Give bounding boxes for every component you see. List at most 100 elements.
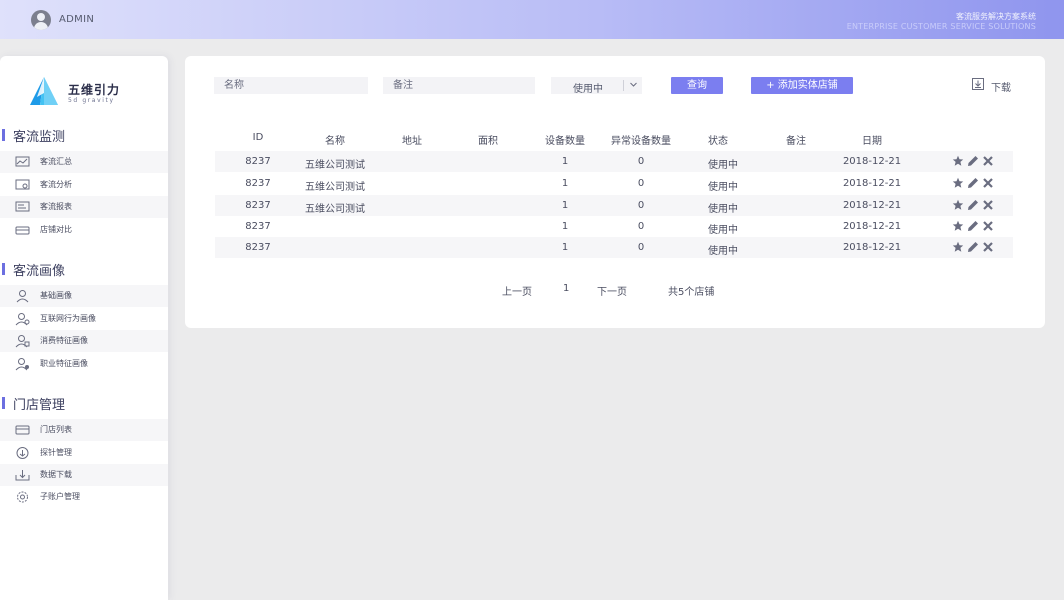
user-net-icon <box>15 313 30 326</box>
close-icon[interactable] <box>982 177 994 189</box>
cell-abnormal: 0 <box>637 221 645 232</box>
cell-id: 8237 <box>245 156 271 167</box>
table-row: 8237 1 0 使用中 2018-12-21 <box>215 216 1013 237</box>
column-header-address: 地址 <box>402 136 422 147</box>
row-actions <box>952 220 1002 233</box>
sidebar-item-traffic-analysis[interactable]: 客流分析 <box>0 174 168 196</box>
sidebar-item-job-portrait[interactable]: 职业特征画像 <box>0 353 168 375</box>
sidebar-item-basic-portrait[interactable]: 基础画像 <box>0 285 168 307</box>
brand-name: 五维引力 <box>68 83 121 97</box>
system-subtitle: ENTERPRISE CUSTOMER SERVICE SOLUTIONS <box>846 22 1036 31</box>
sidebar-item-traffic-report[interactable]: 客流报表 <box>0 196 168 218</box>
edit-icon[interactable] <box>967 155 979 167</box>
column-header-date: 日期 <box>862 136 882 147</box>
column-header-status: 状态 <box>708 136 728 147</box>
download-icon <box>972 78 984 90</box>
close-icon[interactable] <box>982 220 994 232</box>
star-icon[interactable] <box>952 177 964 189</box>
cell-date: 2018-12-21 <box>842 221 902 232</box>
download-icon <box>15 470 30 481</box>
star-icon[interactable] <box>952 220 964 232</box>
sidebar-item-probe[interactable]: 探针管理 <box>0 442 168 464</box>
edit-icon[interactable] <box>967 177 979 189</box>
cell-date: 2018-12-21 <box>842 200 902 211</box>
cell-date: 2018-12-21 <box>842 178 902 189</box>
sidebar-item-traffic-summary[interactable]: 客流汇总 <box>0 151 168 173</box>
column-header-name: 名称 <box>325 136 345 147</box>
cell-devices: 1 <box>561 156 569 167</box>
cell-date: 2018-12-21 <box>842 156 902 167</box>
close-icon[interactable] <box>982 155 994 167</box>
cell-abnormal: 0 <box>637 156 645 167</box>
cell-date: 2018-12-21 <box>842 242 902 253</box>
system-title: 客流服务解决方案系统 <box>956 12 1036 21</box>
brand-logo: 五维引力 5d gravity <box>28 75 138 107</box>
cell-devices: 1 <box>561 221 569 232</box>
sidebar-item-data-download[interactable]: 数据下载 <box>0 464 168 486</box>
user-name[interactable]: ADMIN <box>59 14 94 25</box>
cell-id: 8237 <box>245 200 271 211</box>
edit-icon[interactable] <box>967 241 979 253</box>
sidebar-item-sub-account[interactable]: 子账户管理 <box>0 486 168 508</box>
add-store-button[interactable]: + 添加实体店铺 <box>751 77 853 94</box>
monitor-search-icon <box>15 179 30 190</box>
sidebar-item-store-list[interactable]: 门店列表 <box>0 419 168 441</box>
compare-icon <box>15 226 30 235</box>
cell-name: 五维公司测试 <box>305 160 365 171</box>
report-icon <box>15 201 30 212</box>
row-actions <box>952 199 1002 212</box>
star-icon[interactable] <box>952 155 964 167</box>
store-list-icon <box>15 425 30 435</box>
column-header-id: ID <box>252 132 264 143</box>
avatar[interactable] <box>31 10 51 30</box>
sidebar-item-internet-portrait[interactable]: 互联网行为画像 <box>0 308 168 330</box>
column-header-abnormal: 异常设备数量 <box>611 136 671 147</box>
cell-abnormal: 0 <box>637 242 645 253</box>
table-header: ID 名称 地址 面积 设备数量 异常设备数量 状态 备注 日期 <box>215 132 1013 148</box>
store-list-card: 使用中 查询 + 添加实体店铺 下载 ID 名称 地址 面积 设备数量 异常设备… <box>185 56 1045 328</box>
close-icon[interactable] <box>982 199 994 211</box>
settings-icon <box>17 491 28 503</box>
star-icon[interactable] <box>952 199 964 211</box>
section-title-portrait: 客流画像 <box>0 260 65 279</box>
close-icon[interactable] <box>982 241 994 253</box>
brand-sub: 5d gravity <box>68 97 115 104</box>
cell-id: 8237 <box>245 178 271 189</box>
column-header-devices: 设备数量 <box>545 136 585 147</box>
top-header: ADMIN 客流服务解决方案系统 ENTERPRISE CUSTOMER SER… <box>0 0 1064 39</box>
cell-status: 使用中 <box>708 182 738 193</box>
cell-abnormal: 0 <box>637 200 645 211</box>
sidebar-item-store-compare[interactable]: 店铺对比 <box>0 219 168 241</box>
sidebar: 五维引力 5d gravity 客流监测 客流汇总 客流分析 客流报表 店铺对比… <box>0 56 168 600</box>
sidebar-item-consume-portrait[interactable]: 消费特征画像 <box>0 330 168 352</box>
table-row: 8237 五维公司测试 1 0 使用中 2018-12-21 <box>215 195 1013 216</box>
cell-devices: 1 <box>561 178 569 189</box>
status-select-value: 使用中 <box>573 84 603 95</box>
cell-status: 使用中 <box>708 160 738 171</box>
name-filter-input[interactable] <box>214 77 368 94</box>
cell-name: 五维公司测试 <box>305 182 365 193</box>
next-page-link[interactable]: 下一页 <box>597 283 627 298</box>
edit-icon[interactable] <box>967 199 979 211</box>
section-title-store: 门店管理 <box>0 394 65 413</box>
status-select[interactable]: 使用中 <box>551 77 642 95</box>
note-filter-input[interactable] <box>383 77 535 94</box>
column-header-area: 面积 <box>478 136 498 147</box>
section-title-monitor: 客流监测 <box>0 126 65 145</box>
chart-icon <box>15 156 30 167</box>
user-consume-icon <box>15 335 30 348</box>
cell-abnormal: 0 <box>637 178 645 189</box>
query-button[interactable]: 查询 <box>671 77 723 94</box>
cell-devices: 1 <box>561 200 569 211</box>
current-page[interactable]: 1 <box>563 283 569 294</box>
edit-icon[interactable] <box>967 220 979 232</box>
user-icon <box>16 290 29 303</box>
table-row: 8237 1 0 使用中 2018-12-21 <box>215 237 1013 258</box>
row-actions <box>952 155 1002 168</box>
chevron-down-icon <box>630 82 637 87</box>
cell-devices: 1 <box>561 242 569 253</box>
table-row: 8237 五维公司测试 1 0 使用中 2018-12-21 <box>215 173 1013 194</box>
star-icon[interactable] <box>952 241 964 253</box>
prev-page-link[interactable]: 上一页 <box>502 283 532 298</box>
row-actions <box>952 241 1002 254</box>
